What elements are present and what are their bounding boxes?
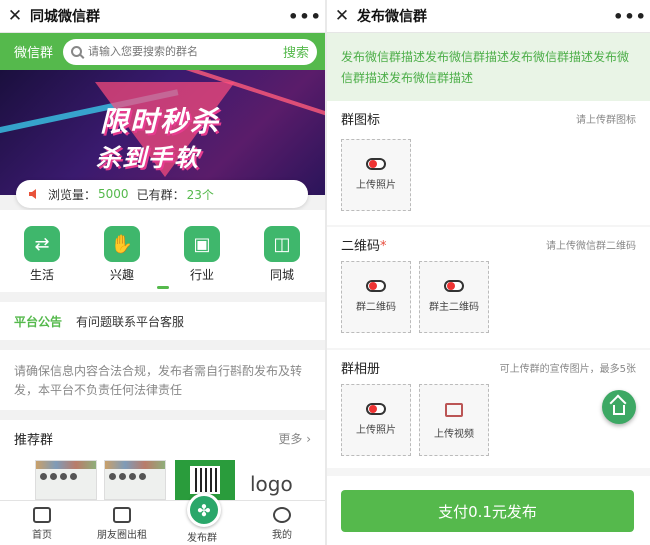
upload-label: 上传视频: [434, 429, 474, 440]
qr-code-icon: [190, 466, 220, 494]
section-hint: 请上传微信群二维码: [546, 240, 636, 252]
tab-label: 我的: [272, 530, 292, 541]
home-float-button[interactable]: [602, 390, 636, 424]
upload-album-video[interactable]: 上传视频: [419, 384, 489, 456]
search-icon: [71, 46, 83, 57]
section-title: 二维码*: [341, 235, 387, 254]
section-hint: 可上传群的宣传图片，最多5张: [499, 363, 636, 375]
more-label: 更多: [278, 431, 303, 446]
groups-label: 已有群：: [136, 187, 185, 202]
category-industry[interactable]: ▣ 行业: [172, 226, 232, 283]
close-icon[interactable]: ✕: [0, 6, 30, 26]
views-count: 5000: [98, 187, 129, 201]
disclaimer-text: 请确保信息内容合法合规，发布者需自行斟酌发布及转发，本平台不负责任何法律责任: [0, 350, 325, 410]
top-bar: ✕ 发布微信群 •••: [327, 0, 650, 33]
pay-bar: 支付0.1元发布: [327, 476, 650, 545]
upload-label: 上传照片: [356, 425, 396, 436]
cloud-upload-icon: [365, 403, 387, 417]
category-label: 行业: [189, 268, 214, 282]
tab-label: 首页: [32, 530, 52, 541]
publish-screen: ✕ 发布微信群 ••• 发布微信群描述发布微信群描述发布微信群描述发布微信群描述…: [327, 0, 650, 545]
clipboard-icon: [113, 507, 131, 523]
required-mark: *: [380, 238, 387, 254]
upload-album-photo[interactable]: 上传照片: [341, 384, 411, 456]
group-icon-section: 群图标 请上传群图标 上传照片: [327, 101, 650, 225]
publish-description: 发布微信群描述发布微信群描述发布微信群描述发布微信群描述发布微信群描述: [327, 33, 650, 101]
tab-moments-rental[interactable]: 朋友圈出租: [90, 507, 154, 541]
taxi-icon: ▣: [184, 226, 220, 262]
category-grid: ⇄ 生活 ✋ 兴趣 ▣ 行业 ◫ 同城: [0, 210, 325, 292]
upload-owner-qr[interactable]: 群主二维码: [419, 261, 489, 333]
user-icon: [273, 507, 291, 523]
announcement-bar[interactable]: 平台公告 有问题联系平台客服: [0, 302, 325, 340]
section-title: 群相册: [341, 361, 381, 377]
home-screen: ✕ 同城微信群 ••• 微信群 搜索 限时秒杀 杀到手软 浏览量： 5000 已…: [0, 0, 325, 545]
views-label: 浏览量：: [48, 187, 97, 202]
tab-mine[interactable]: 我的: [250, 507, 314, 541]
tab-label: 朋友圈出租: [97, 530, 147, 541]
recommended-groups: 推荐群 更多 › logo: [0, 420, 325, 500]
search-input[interactable]: [88, 45, 277, 58]
video-icon: [445, 403, 463, 417]
group-thumbnail[interactable]: [104, 460, 166, 500]
upload-label: 群二维码: [356, 302, 396, 313]
page-title: 发布微信群: [357, 9, 427, 25]
banner-line-1: 限时秒杀: [100, 105, 221, 138]
upload-group-icon[interactable]: 上传照片: [341, 139, 411, 211]
more-link[interactable]: 更多 ›: [278, 430, 311, 447]
category-label: 兴趣: [109, 268, 134, 282]
bag-icon: ◫: [264, 226, 300, 262]
search-box[interactable]: 搜索: [63, 38, 317, 65]
category-local[interactable]: ◫ 同城: [252, 226, 312, 283]
cloud-upload-icon: [365, 280, 387, 294]
bottom-tab-bar: 首页 朋友圈出租 ✤ 发布群 我的: [0, 493, 325, 545]
recommended-header: 推荐群 更多 ›: [0, 420, 325, 456]
more-icon[interactable]: •••: [610, 7, 650, 26]
handshake-icon: ✋: [104, 226, 140, 262]
search-bar: 微信群 搜索: [0, 33, 325, 70]
groups-count: 23个: [186, 187, 214, 202]
top-bar: ✕ 同城微信群 •••: [0, 0, 325, 33]
cloud-upload-icon: [365, 158, 387, 172]
recommended-title: 推荐群: [14, 432, 54, 448]
cloud-upload-icon: [443, 280, 465, 294]
upload-label: 上传照片: [356, 180, 396, 191]
upload-group-qr[interactable]: 群二维码: [341, 261, 411, 333]
home-icon: [33, 507, 51, 523]
home-icon: [613, 404, 625, 415]
section-title-text: 二维码: [341, 238, 381, 254]
search-button[interactable]: 搜索: [283, 42, 309, 61]
fan-icon: ✤: [187, 493, 221, 527]
announcement-text: 有问题联系平台客服: [76, 314, 185, 329]
pay-publish-button[interactable]: 支付0.1元发布: [341, 490, 634, 532]
category-life[interactable]: ⇄ 生活: [12, 226, 72, 283]
qrcode-section: 二维码* 请上传微信群二维码 群二维码 群主二维码: [327, 227, 650, 348]
tab-label: 发布群: [187, 533, 217, 544]
more-icon[interactable]: •••: [285, 7, 325, 26]
exchange-icon: ⇄: [24, 226, 60, 262]
speaker-icon: [29, 189, 36, 199]
tab-publish-group[interactable]: ✤ 发布群: [170, 493, 234, 544]
category-label: 同城: [269, 268, 294, 282]
banner-line-2: 杀到手软: [96, 144, 200, 172]
page-indicator: [157, 286, 169, 289]
category-interest[interactable]: ✋ 兴趣: [92, 226, 152, 283]
group-thumbnail[interactable]: [35, 460, 97, 500]
tab-home[interactable]: 首页: [10, 507, 74, 541]
promo-banner[interactable]: 限时秒杀 杀到手软: [0, 70, 325, 195]
logo-placeholder: logo: [250, 472, 293, 496]
stats-bar: 浏览量： 5000 已有群： 23个: [16, 180, 308, 208]
section-title: 群图标: [341, 112, 381, 128]
close-icon[interactable]: ✕: [327, 6, 357, 26]
announcement-label: 平台公告: [14, 314, 63, 329]
section-hint: 请上传群图标: [576, 114, 636, 126]
category-label: 生活: [29, 268, 54, 282]
upload-label: 群主二维码: [429, 302, 479, 313]
brand-label: 微信群: [14, 46, 54, 61]
page-title: 同城微信群: [30, 9, 100, 25]
